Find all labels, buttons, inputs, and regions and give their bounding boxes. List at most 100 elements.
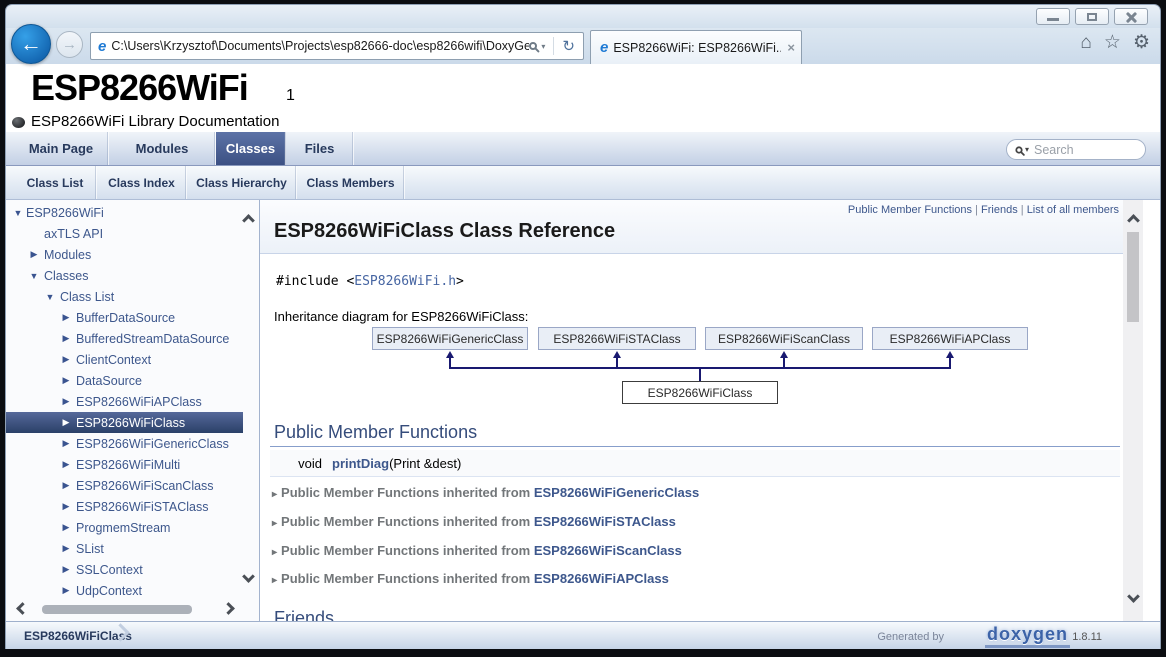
tree-item-esp8266wifistaclass[interactable]: ▶ESP8266WiFiSTAClass	[6, 496, 243, 517]
tree-label[interactable]: Class List	[60, 290, 114, 304]
tree-item-udpcontext[interactable]: ▶ UdpContext	[6, 580, 243, 601]
tree-label[interactable]: ESP8266WiFiScanClass	[76, 479, 214, 493]
tree-label[interactable]: axTLS API	[44, 227, 103, 241]
tree-item-esp8266wificlass[interactable]: ▶ ESP8266WiFiClass	[6, 412, 243, 433]
refresh-icon[interactable]: ↻	[562, 37, 575, 55]
tree-label[interactable]: BufferedStreamDataSource	[76, 332, 229, 346]
sidebar-horizontal-scrollbar[interactable]	[6, 600, 243, 618]
member-name-link[interactable]: printDiag	[332, 456, 389, 471]
diagram-node-esp8266wifiapclass[interactable]: ESP8266WiFiAPClass	[872, 327, 1028, 350]
tree-expander-icon[interactable]: ▶	[60, 417, 72, 428]
tree-label[interactable]: ESP8266WiFiMulti	[76, 458, 180, 472]
address-bar[interactable]: e ▾ ↻	[90, 32, 584, 60]
tree-label[interactable]: BufferDataSource	[76, 311, 175, 325]
doc-search-input[interactable]	[1034, 143, 1124, 157]
sidebar-scroll-up[interactable]	[244, 216, 253, 225]
gear-icon[interactable]: ⚙	[1133, 31, 1150, 54]
tree-expander-icon[interactable]: ▶	[60, 564, 72, 575]
sidebar-scroll-right[interactable]	[224, 604, 233, 613]
tree-item-class-list[interactable]: ▼Class List	[6, 286, 243, 307]
link-list-of-all-members[interactable]: List of all members	[1027, 204, 1119, 216]
minimize-button[interactable]	[1036, 8, 1070, 25]
tree-expander-icon[interactable]: ▶	[60, 396, 72, 407]
inherit-header-scanclass[interactable]: ▸Public Member Functions inherited from …	[272, 543, 682, 558]
tree-label[interactable]: ProgmemStream	[76, 521, 170, 535]
content-scroll-down[interactable]	[1129, 592, 1138, 601]
tab-files[interactable]: Files	[286, 132, 354, 165]
tab-class-list[interactable]: Class List	[14, 166, 97, 199]
doc-search-box[interactable]: ▾	[1006, 139, 1146, 160]
tree-label[interactable]: ClientContext	[76, 353, 151, 367]
tree-label[interactable]: Classes	[44, 269, 88, 283]
inherit-class-link[interactable]: ESP8266WiFiGenericClass	[534, 485, 699, 500]
tree-label[interactable]: Modules	[44, 248, 91, 262]
tab-main-page[interactable]: Main Page	[14, 132, 109, 165]
search-dropdown-caret-icon[interactable]: ▾	[541, 42, 545, 51]
sidebar-scroll-left[interactable]	[18, 604, 27, 613]
inherit-class-link[interactable]: ESP8266WiFiScanClass	[534, 543, 682, 558]
tree-item-slist[interactable]: ▶ SList	[6, 538, 243, 559]
tab-classes[interactable]: Classes	[216, 132, 286, 165]
tree-expander-icon[interactable]: ▶	[60, 312, 72, 323]
tree-expander-icon[interactable]: ▶	[60, 354, 72, 365]
tree-item-sslcontext[interactable]: ▶ SSLContext	[6, 559, 243, 580]
tree-expander-icon[interactable]: ▶	[60, 480, 72, 491]
tree-item-modules[interactable]: ▶Modules	[6, 244, 243, 265]
link-friends[interactable]: Friends	[981, 204, 1018, 216]
tab-class-index[interactable]: Class Index	[97, 166, 187, 199]
tree-expander-icon[interactable]: ▶	[60, 543, 72, 554]
tree-label[interactable]: ESP8266WiFiAPClass	[76, 395, 202, 409]
tree-label[interactable]: ESP8266WiFiSTAClass	[76, 500, 208, 514]
tree-label[interactable]: ESP8266WiFi	[26, 206, 104, 220]
tree-label[interactable]: ESP8266WiFiClass	[76, 416, 185, 430]
tree-label[interactable]: UdpContext	[76, 584, 142, 598]
tree-label[interactable]: SList	[76, 542, 104, 556]
restore-button[interactable]	[1075, 8, 1109, 25]
browser-tab[interactable]: e ESP8266WiFi: ESP8266WiFi... ×	[590, 30, 802, 64]
inherit-header-staclass[interactable]: ▸Public Member Functions inherited from …	[272, 514, 676, 529]
content-scroll-thumb[interactable]	[1127, 232, 1139, 322]
tree-expander-icon[interactable]: ▶	[60, 333, 72, 344]
inherit-header-genericclass[interactable]: ▸Public Member Functions inherited from …	[272, 485, 699, 500]
tree-item-esp8266wifi[interactable]: ▼ESP8266WiFi	[6, 202, 243, 223]
tree-item-bufferedstreamdatasource[interactable]: ▶ BufferedStreamDataSource	[6, 328, 243, 349]
inherit-header-apclass[interactable]: ▸Public Member Functions inherited from …	[272, 571, 669, 586]
tree-item-datasource[interactable]: ▶DataSource	[6, 370, 243, 391]
tree-item-esp8266wifiscanclass[interactable]: ▶ ESP8266WiFiScanClass	[6, 475, 243, 496]
tree-expander-icon[interactable]: ▶	[60, 459, 72, 470]
inherit-class-link[interactable]: ESP8266WiFiAPClass	[534, 571, 669, 586]
tree-item-esp8266wifiapclass[interactable]: ▶ ESP8266WiFiAPClass	[6, 391, 243, 412]
tree-expander-icon[interactable]: ▼	[12, 208, 24, 218]
content-scroll-up[interactable]	[1129, 216, 1138, 225]
tree-expander-icon[interactable]: ▶	[60, 585, 72, 596]
diagram-node-esp8266wificlass[interactable]: ESP8266WiFiClass	[622, 381, 778, 404]
favorites-star-icon[interactable]: ☆	[1104, 31, 1121, 54]
include-file-link[interactable]: ESP8266WiFi.h	[354, 274, 456, 289]
tree-expander-icon[interactable]: ▶	[60, 522, 72, 533]
tree-item-clientcontext[interactable]: ▶ ClientContext	[6, 349, 243, 370]
tree-item-esp8266wifigenericclass[interactable]: ▶ESP8266WiFiGenericClass	[6, 433, 243, 454]
tree-item-axtls-api[interactable]: axTLS API	[6, 223, 243, 244]
sidebar-hscroll-thumb[interactable]	[42, 605, 192, 614]
sidebar-scroll-down[interactable]	[244, 572, 253, 581]
tree-item-classes[interactable]: ▼ Classes	[6, 265, 243, 286]
inherit-class-link[interactable]: ESP8266WiFiSTAClass	[534, 514, 676, 529]
tab-class-hierarchy[interactable]: Class Hierarchy	[187, 166, 297, 199]
diagram-node-esp8266wifigenericclass[interactable]: ESP8266WiFiGenericClass	[372, 327, 528, 350]
tree-item-bufferdatasource[interactable]: ▶ BufferDataSource	[6, 307, 243, 328]
diagram-node-esp8266wifiscanclass[interactable]: ESP8266WiFiScanClass	[705, 327, 863, 350]
doxygen-logo[interactable]: doxygen	[985, 624, 1070, 648]
tree-item-progmemstream[interactable]: ▶ ProgmemStream	[6, 517, 243, 538]
url-input[interactable]	[111, 36, 529, 56]
tab-modules[interactable]: Modules	[109, 132, 216, 165]
tree-expander-icon[interactable]: ▶	[60, 438, 72, 449]
link-public-member-functions[interactable]: Public Member Functions	[848, 204, 972, 216]
tree-label[interactable]: SSLContext	[76, 563, 143, 577]
diagram-node-esp8266wifistaclass[interactable]: ESP8266WiFiSTAClass	[538, 327, 696, 350]
back-button[interactable]: ←	[11, 24, 51, 64]
tree-label[interactable]: DataSource	[76, 374, 142, 388]
tab-class-members[interactable]: Class Members	[297, 166, 405, 199]
forward-button[interactable]: →	[56, 31, 83, 58]
search-icon[interactable]	[529, 42, 537, 50]
tree-expander-icon[interactable]: ▼	[28, 271, 40, 281]
